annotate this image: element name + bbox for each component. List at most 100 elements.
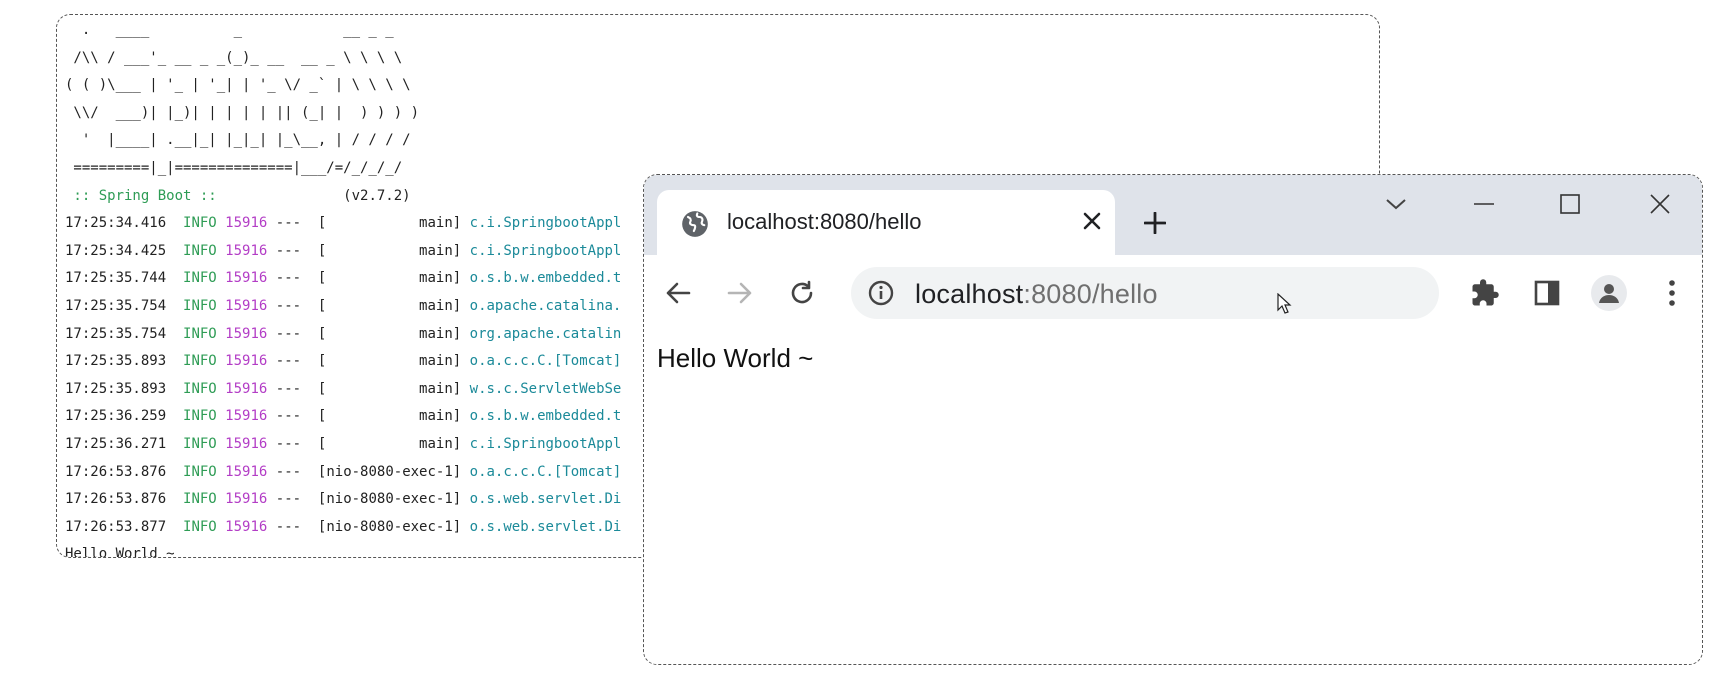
banner-line: =========|_|==============|___/=/_/_/_/ bbox=[65, 159, 403, 176]
side-panel-icon bbox=[1534, 280, 1560, 306]
log-time: 17:25:35.893 bbox=[65, 353, 167, 370]
log-logger: c.i.SpringbootAppl bbox=[469, 435, 622, 452]
log-logger: org.apache.catalin bbox=[469, 325, 622, 342]
extensions-button[interactable] bbox=[1467, 275, 1503, 311]
log-line: 17:25:35.893 INFO 15916 --- [ main] o.a.… bbox=[65, 353, 621, 369]
log-thread: --- [ main] bbox=[275, 435, 470, 452]
log-line: 17:26:53.876 INFO 15916 --- [nio-8080-ex… bbox=[65, 464, 621, 480]
minimize-button[interactable] bbox=[1464, 187, 1504, 221]
log-pid: 15916 bbox=[225, 518, 268, 535]
banner-line: ' |____| .__|_| |_|_| |_\__, | / / / / bbox=[65, 132, 411, 149]
log-pid: 15916 bbox=[225, 215, 268, 232]
profile-icon bbox=[1599, 284, 1619, 303]
log-pid: 15916 bbox=[225, 435, 268, 452]
log-thread: --- [ main] bbox=[275, 380, 470, 397]
reload-icon bbox=[791, 280, 813, 304]
log-logger: o.s.web.servlet.Di bbox=[469, 491, 622, 508]
chevron-down-icon bbox=[1386, 199, 1406, 210]
page-content: Hello World ~ bbox=[644, 331, 1702, 664]
log-logger: o.s.b.w.embedded.t bbox=[469, 270, 622, 287]
page-body-text: Hello World ~ bbox=[657, 343, 814, 373]
log-time: 17:25:36.271 bbox=[65, 435, 167, 452]
log-line: 17:25:36.271 INFO 15916 --- [ main] c.i.… bbox=[65, 436, 621, 452]
banner-line: . ____ _ __ _ _ bbox=[65, 22, 394, 38]
back-button[interactable] bbox=[660, 275, 696, 311]
log-level: INFO bbox=[183, 325, 217, 342]
log-time: 17:25:35.744 bbox=[65, 270, 167, 287]
browser-tab[interactable]: localhost:8080/hello bbox=[657, 190, 1115, 256]
log-level: INFO bbox=[183, 353, 217, 370]
extensions-icon bbox=[1472, 279, 1499, 306]
log-pid: 15916 bbox=[225, 242, 268, 259]
address-bar[interactable]: localhost:8080/hello bbox=[851, 267, 1439, 319]
console-output: . ____ _ __ _ _ /\\ / ___'_ __ _ _(_)_ _… bbox=[65, 17, 622, 558]
new-tab-button[interactable] bbox=[1137, 205, 1173, 241]
log-level: INFO bbox=[183, 463, 217, 480]
log-thread: --- [ main] bbox=[275, 297, 470, 314]
log-pid: 15916 bbox=[225, 270, 268, 287]
log-pid: 15916 bbox=[225, 353, 268, 370]
log-level: INFO bbox=[183, 242, 217, 259]
banner-line: ( ( )\___ | '_ | '_| | '_ \/ _` | \ \ \ … bbox=[65, 77, 411, 94]
forward-icon bbox=[727, 282, 752, 304]
log-level: INFO bbox=[183, 518, 217, 535]
browser-titlebar: localhost:8080/hello bbox=[644, 175, 1702, 256]
log-logger: o.s.web.servlet.Di bbox=[469, 518, 622, 535]
tab-search-button[interactable] bbox=[1376, 187, 1416, 221]
url-host: localhost bbox=[915, 279, 1024, 309]
log-logger: o.apache.catalina. bbox=[469, 297, 622, 314]
log-time: 17:26:53.877 bbox=[65, 518, 167, 535]
log-level: INFO bbox=[183, 435, 217, 452]
log-line: 17:25:34.425 INFO 15916 --- [ main] c.i.… bbox=[65, 243, 621, 259]
more-button[interactable] bbox=[1654, 275, 1690, 311]
log-time: 17:26:53.876 bbox=[65, 463, 167, 480]
log-logger: c.i.SpringbootAppl bbox=[469, 215, 622, 232]
log-line: 17:25:35.754 INFO 15916 --- [ main] org.… bbox=[65, 326, 621, 342]
tab-title: localhost:8080/hello bbox=[727, 209, 922, 234]
spring-boot-label: :: Spring Boot :: bbox=[65, 187, 226, 204]
log-line: 17:25:34.416 INFO 15916 --- [ main] c.i.… bbox=[65, 215, 621, 231]
log-pid: 15916 bbox=[225, 491, 268, 508]
banner-line: /\\ / ___'_ __ _ _(_)_ __ __ _ \ \ \ \ bbox=[65, 49, 403, 66]
log-logger: w.s.c.ServletWebSe bbox=[469, 380, 622, 397]
log-line: 17:25:35.893 INFO 15916 --- [ main] w.s.… bbox=[65, 381, 621, 397]
log-line: 17:25:35.754 INFO 15916 --- [ main] o.ap… bbox=[65, 298, 621, 314]
log-line: 17:25:36.259 INFO 15916 --- [ main] o.s.… bbox=[65, 408, 621, 424]
log-pid: 15916 bbox=[225, 297, 268, 314]
log-line: 17:25:35.744 INFO 15916 --- [ main] o.s.… bbox=[65, 270, 621, 286]
tab-close-button[interactable] bbox=[1077, 206, 1107, 236]
browser-window: localhost:8080/hello localhost:8080/hell… bbox=[643, 174, 1703, 665]
log-time: 17:25:34.425 bbox=[65, 242, 167, 259]
log-logger: o.a.c.c.C.[Tomcat] bbox=[469, 463, 622, 480]
log-time: 17:26:53.876 bbox=[65, 491, 167, 508]
log-pid: 15916 bbox=[225, 325, 268, 342]
console-final-output: Hello World ~ bbox=[65, 546, 175, 558]
log-thread: --- [nio-8080-exec-1] bbox=[275, 491, 470, 508]
log-pid: 15916 bbox=[225, 380, 268, 397]
window-close-button[interactable] bbox=[1640, 187, 1680, 221]
profile-button[interactable] bbox=[1591, 275, 1627, 311]
log-pid: 15916 bbox=[225, 408, 268, 425]
log-logger: o.s.b.w.embedded.t bbox=[469, 408, 622, 425]
maximize-button[interactable] bbox=[1550, 187, 1590, 221]
side-panel-button[interactable] bbox=[1529, 275, 1565, 311]
globe-icon bbox=[682, 211, 708, 237]
forward-button[interactable] bbox=[722, 275, 758, 311]
log-thread: --- [ main] bbox=[275, 325, 470, 342]
log-level: INFO bbox=[183, 491, 217, 508]
mouse-cursor-icon bbox=[1277, 293, 1292, 314]
info-icon[interactable] bbox=[867, 279, 895, 307]
log-thread: --- [ main] bbox=[275, 408, 470, 425]
reload-button[interactable] bbox=[784, 275, 820, 311]
back-icon bbox=[666, 282, 691, 304]
log-thread: --- [ main] bbox=[275, 353, 470, 370]
maximize-icon bbox=[1560, 194, 1580, 214]
log-thread: --- [nio-8080-exec-1] bbox=[275, 518, 470, 535]
banner-line: \\/ ___)| |_)| | | | | || (_| | ) ) ) ) bbox=[65, 104, 420, 121]
log-level: INFO bbox=[183, 270, 217, 287]
log-time: 17:25:34.416 bbox=[65, 215, 167, 232]
log-time: 17:25:35.754 bbox=[65, 297, 167, 314]
log-time: 17:25:35.754 bbox=[65, 325, 167, 342]
plus-icon bbox=[1144, 212, 1166, 234]
log-thread: --- [nio-8080-exec-1] bbox=[275, 463, 470, 480]
